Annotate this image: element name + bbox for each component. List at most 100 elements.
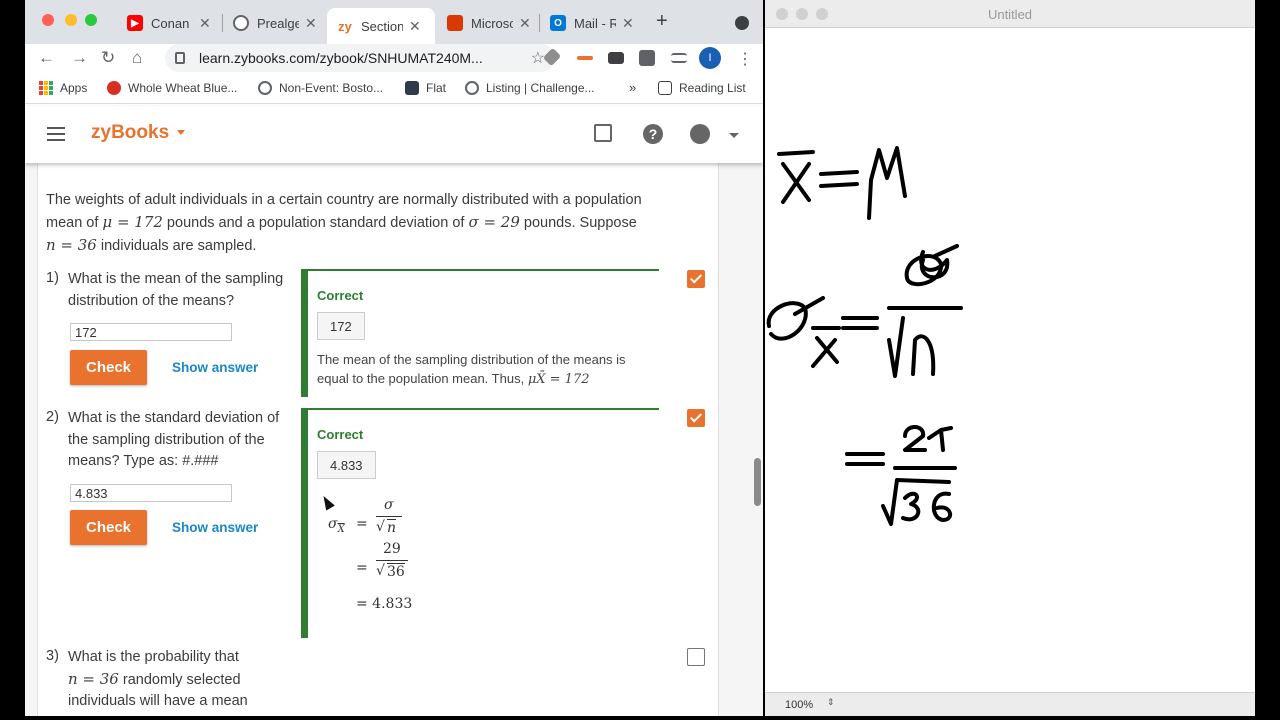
tab-youtube[interactable]: ▶ Conan The... ✕ — [117, 8, 217, 38]
forward-icon[interactable]: → — [71, 48, 88, 68]
ink-sigma-top — [766, 296, 825, 341]
browser-menu-icon[interactable]: ⋮ — [737, 49, 753, 69]
help-icon[interactable]: ? — [643, 124, 663, 144]
handwriting — [766, 146, 963, 526]
sigma-value: σ = 29 — [468, 213, 520, 231]
reading-list[interactable]: Reading List — [658, 81, 746, 95]
completion-checkbox — [687, 270, 705, 288]
url-text: learn.zybooks.com/zybook/SNHUMAT240M... — [199, 50, 483, 66]
prompt-text: individuals are sampled. — [96, 238, 257, 254]
result: = 4.833 — [356, 596, 413, 612]
n-value: n = 36 — [46, 236, 97, 254]
check-button[interactable]: Check — [70, 510, 147, 545]
close-icon[interactable]: ✕ — [622, 15, 634, 32]
ink-sqrt-n — [887, 316, 936, 378]
scrollbar-thumb[interactable] — [754, 458, 761, 506]
show-answer-link[interactable]: Show answer — [172, 360, 258, 375]
feedback-panel: Correct 4.833 σX = σ √ n = 29 √ 36 = 4.8… — [301, 408, 659, 638]
library-icon[interactable] — [594, 124, 612, 142]
new-tab-button[interactable]: + — [656, 10, 668, 33]
question-number: 1) — [46, 270, 59, 286]
bookmark-apps[interactable]: Apps — [39, 81, 87, 95]
zoom-window-button[interactable] — [85, 14, 97, 26]
menu-icon[interactable] — [47, 127, 65, 141]
chevron-down-icon[interactable] — [729, 133, 739, 138]
prompt-text: pounds. Suppose — [519, 215, 637, 231]
reading-list-icon — [658, 81, 672, 95]
sqrt-sign: √ — [376, 563, 385, 579]
bookmark-label: Whole Wheat Blue... — [128, 81, 238, 95]
bookmark-label: Reading List — [679, 81, 746, 95]
ink-equals — [819, 170, 859, 188]
problem-statement: The weights of adult individuals in a ce… — [46, 189, 646, 257]
zoom-stepper-icon[interactable]: ⇕ — [827, 697, 835, 708]
tab-section[interactable]: zy Section ✕ — [327, 8, 435, 44]
bookmarks-overflow-button[interactable]: » — [629, 80, 636, 95]
zybooks-logo[interactable]: zyBooks — [91, 122, 169, 144]
chevron-down-icon[interactable] — [177, 130, 185, 135]
home-icon[interactable]: ⌂ — [132, 48, 142, 68]
participation-activity: The weights of adult individuals in a ce… — [37, 163, 719, 716]
sqrt-36: 36 — [387, 563, 405, 580]
bookmark-flat[interactable]: Flat — [405, 81, 446, 95]
answer-input[interactable] — [70, 484, 232, 502]
youtube-icon: ▶ — [127, 15, 143, 31]
close-window-button[interactable] — [42, 14, 54, 26]
terminal-extension-icon[interactable] — [608, 52, 624, 64]
bookmark-non-event[interactable]: Non-Event: Bosto... — [258, 81, 383, 95]
calc-lhs: σ — [328, 516, 338, 532]
close-icon[interactable]: ✕ — [409, 18, 421, 35]
frac-sigma: σ — [384, 497, 394, 513]
calc-lhs-sub: X — [337, 523, 345, 535]
zybooks-icon: zy — [338, 18, 352, 34]
globe-icon — [233, 15, 249, 31]
bookmark-label: Listing | Challenge... — [486, 81, 595, 95]
show-answer-link[interactable]: Show answer — [172, 520, 258, 535]
close-icon[interactable]: ✕ — [199, 15, 211, 32]
drawing-title: Untitled — [987, 7, 1033, 22]
calculation: σX = σ √ n = 29 √ 36 = 4.833 — [328, 492, 528, 612]
profile-avatar[interactable]: I — [699, 47, 721, 69]
address-bar[interactable]: learn.zybooks.com/zybook/SNHUMAT240M... … — [165, 44, 555, 72]
check-button[interactable]: Check — [70, 350, 147, 385]
close-icon[interactable]: ✕ — [519, 15, 531, 32]
mu-value: μ = 172 — [102, 213, 163, 231]
extension-icon[interactable] — [577, 56, 593, 60]
ink-mu — [867, 146, 907, 220]
bookmark-listing[interactable]: Listing | Challenge... — [465, 81, 595, 95]
close-icon[interactable]: ✕ — [305, 15, 317, 32]
answer-input[interactable] — [70, 323, 232, 341]
tab-mail[interactable]: O Mail - R ✕ — [540, 8, 640, 38]
back-icon[interactable]: ← — [38, 48, 55, 68]
correct-label: Correct — [317, 288, 364, 303]
drawing-titlebar: Untitled — [765, 0, 1255, 28]
allrecipes-icon — [107, 81, 121, 95]
puzzle-extensions-icon[interactable] — [639, 50, 655, 66]
reload-icon[interactable]: ↻ — [101, 48, 115, 68]
drawing-canvas[interactable] — [765, 28, 1255, 692]
tab-strip: ▶ Conan The... ✕ Prealgebra ✕ zy Section… — [25, 0, 763, 44]
globe-icon — [258, 81, 272, 95]
bookmark-whole-wheat[interactable]: Whole Wheat Blue... — [107, 81, 237, 95]
ink-sigma-num — [904, 244, 959, 287]
account-icon[interactable] — [690, 124, 710, 144]
question-text-part: What is the probability that — [68, 649, 239, 665]
zoom-level[interactable]: 100% — [785, 699, 813, 711]
tab-prealgebra[interactable]: Prealgebra ✕ — [223, 8, 323, 38]
outlook-icon: O — [550, 15, 566, 31]
ink-equals — [841, 316, 879, 330]
correct-label: Correct — [317, 427, 364, 442]
tab-label: Conan The... — [151, 15, 193, 31]
ink-29 — [903, 425, 953, 452]
globe-icon — [465, 81, 479, 95]
bookmark-label: Non-Event: Bosto... — [279, 81, 384, 95]
question-number: 2) — [46, 409, 59, 425]
n-value: n = 36 — [68, 669, 119, 688]
tab-search-icon[interactable] — [735, 16, 749, 30]
tab-microsoft[interactable]: Microsoft ✕ — [437, 8, 537, 38]
prompt-text: pounds and a population standard deviati… — [162, 215, 469, 231]
minimize-window-button[interactable] — [65, 14, 77, 26]
media-control-icon[interactable] — [671, 53, 687, 63]
feedback-panel: Correct 172 The mean of the sampling dis… — [301, 269, 659, 397]
zybooks-header: zyBooks ? — [25, 106, 763, 163]
